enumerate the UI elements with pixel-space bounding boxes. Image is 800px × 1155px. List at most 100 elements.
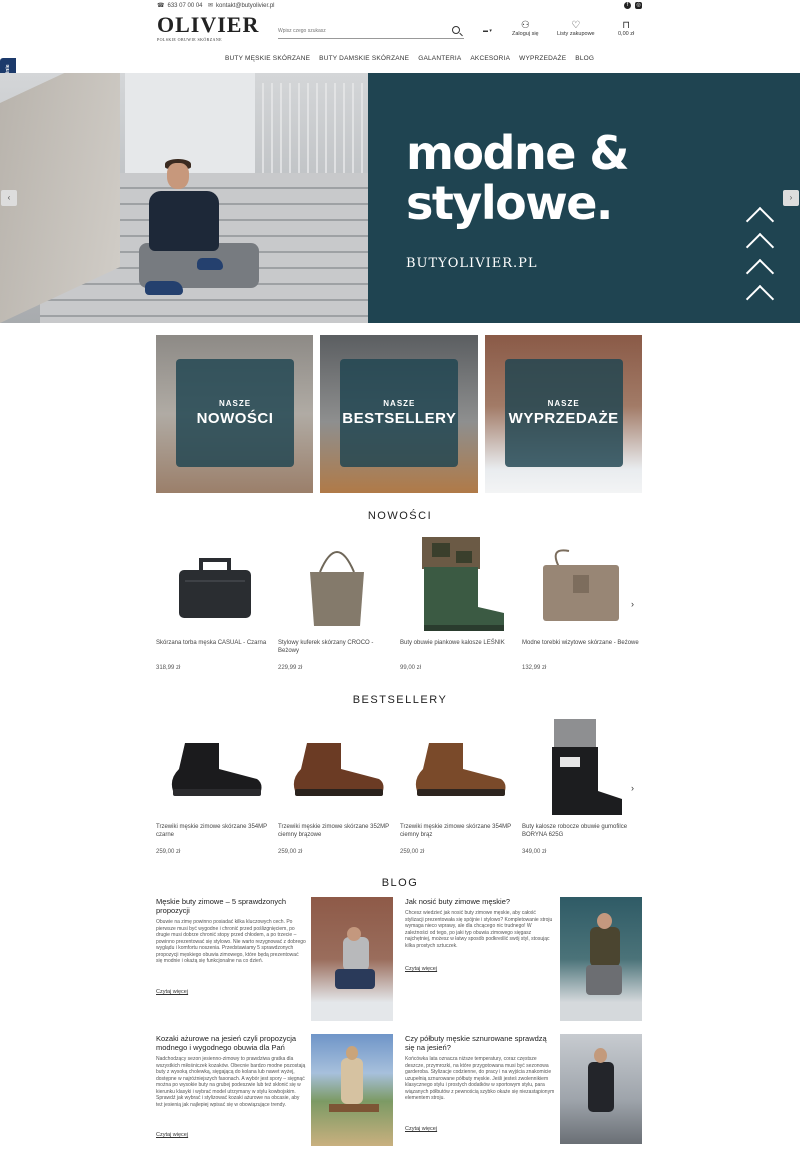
read-more-link[interactable]: Czytaj więcej bbox=[156, 1132, 188, 1138]
cart-link[interactable]: ⊓ 0,00 zł bbox=[618, 20, 635, 38]
tile-bestsellers[interactable]: NASZE BESTSELLERY bbox=[320, 335, 478, 493]
cart-icon: ⊓ bbox=[622, 20, 631, 31]
login-link[interactable]: ⚇ Zaloguj się bbox=[512, 20, 539, 38]
new-products-row: Skórzana torba męska CASUAL - Czarna 318… bbox=[156, 537, 646, 677]
nav-item-mens-leather-shoes[interactable]: BUTY MĘSKIE SKÓRZANE bbox=[225, 55, 310, 62]
product-price: 259,00 zł bbox=[278, 849, 303, 855]
hero-model bbox=[139, 133, 259, 313]
instagram-icon[interactable]: ◎ bbox=[635, 2, 642, 9]
phone-icon: ☎ bbox=[157, 3, 165, 9]
blog-post-excerpt: Końcówka lata oznacza niższe temperatury… bbox=[405, 1056, 555, 1101]
tile-new-label: NASZE NOWOŚCI bbox=[176, 359, 294, 467]
tile-bestsellers-small: NASZE bbox=[383, 399, 416, 408]
email-contact[interactable]: ✉ kontakt@butyolivier.pl bbox=[208, 2, 275, 10]
tile-bestsellers-big: BESTSELLERY bbox=[342, 410, 457, 427]
blog-post-image[interactable] bbox=[560, 897, 642, 1021]
carousel-next-icon[interactable]: › bbox=[631, 599, 634, 609]
product-name[interactable]: Skórzana torba męska CASUAL - Czarna bbox=[156, 639, 274, 647]
email-address: kontakt@butyolivier.pl bbox=[216, 2, 275, 9]
blog-post-excerpt: Obuwie na zimę powinno posiadać kilka kl… bbox=[156, 919, 306, 964]
main-nav: BUTY MĘSKIE SKÓRZANE BUTY DAMSKIE SKÓRZA… bbox=[225, 55, 594, 62]
tile-sale-small: NASZE bbox=[547, 399, 580, 408]
login-label: Zaloguj się bbox=[512, 31, 539, 37]
section-title-blog: BLOG bbox=[381, 877, 419, 889]
product-card[interactable]: Skórzana torba męska CASUAL - Czarna 318… bbox=[156, 537, 274, 677]
product-card[interactable]: Buty kalosze robocze obuwie gumofilce BO… bbox=[522, 718, 640, 861]
product-name[interactable]: Buty obuwie piankowe kalosze LEŚNIK bbox=[400, 639, 518, 647]
blog-post-title[interactable]: Kozaki ażurowe na jesień czyli propozycj… bbox=[156, 1034, 306, 1052]
product-image bbox=[400, 721, 518, 816]
product-card[interactable]: Buty obuwie piankowe kalosze LEŚNIK 99,0… bbox=[400, 537, 518, 677]
cart-total: 0,00 zł bbox=[618, 31, 635, 37]
mail-icon: ✉ bbox=[208, 3, 214, 9]
product-image bbox=[278, 537, 396, 632]
heart-icon: ♡ bbox=[571, 20, 581, 31]
blog-post-image[interactable] bbox=[311, 897, 393, 1021]
hero-headline: modne & stylowe. bbox=[406, 126, 630, 228]
hero-next-button[interactable]: › bbox=[783, 190, 799, 206]
blog-post-excerpt: Nadchodzący sezon jesienno-zimowy to pra… bbox=[156, 1056, 306, 1108]
site-logo[interactable]: OLIVIER POLSKIE OBUWIE SKÓRZANE bbox=[157, 14, 258, 46]
read-more-link[interactable]: Czytaj więcej bbox=[405, 966, 437, 972]
hero-headline-line-1: modne & bbox=[406, 126, 630, 180]
carousel-next-icon[interactable]: › bbox=[631, 783, 634, 793]
bestsellers-row: Trzewiki męskie zimowe skórzane 354MP cz… bbox=[156, 718, 646, 861]
product-image bbox=[522, 537, 640, 632]
nav-item-leather-goods[interactable]: GALANTERIA bbox=[418, 55, 461, 62]
product-name[interactable]: Stylowy kuferek skórzany CROCO - Beżowy bbox=[278, 639, 396, 655]
read-more-link[interactable]: Czytaj więcej bbox=[405, 1126, 437, 1132]
product-name[interactable]: Trzewiki męskie zimowe skórzane 352MP ci… bbox=[278, 823, 396, 839]
hero-prev-button[interactable]: ‹ bbox=[1, 190, 17, 206]
product-image bbox=[400, 537, 518, 632]
chevron-left-icon: ‹ bbox=[7, 193, 11, 202]
wishlist-label: Listy zakupowe bbox=[557, 31, 595, 37]
product-card[interactable]: Trzewiki męskie zimowe skórzane 354MP ci… bbox=[400, 721, 518, 861]
blog-post: Męskie buty zimowe – 5 sprawdzonych prop… bbox=[156, 897, 396, 1027]
hero-photo bbox=[0, 73, 368, 323]
hero-url: BUTYOLIVIER.PL bbox=[406, 256, 538, 271]
search-icon[interactable] bbox=[452, 26, 460, 34]
facebook-icon[interactable]: f bbox=[624, 2, 631, 9]
search-input[interactable] bbox=[278, 24, 443, 38]
product-price: 132,99 zł bbox=[522, 665, 547, 671]
product-card[interactable]: Stylowy kuferek skórzany CROCO - Beżowy … bbox=[278, 537, 396, 677]
product-price: 349,00 zł bbox=[522, 849, 547, 855]
product-name[interactable]: Trzewiki męskie zimowe skórzane 354MP cz… bbox=[156, 823, 274, 839]
category-tiles: NASZE NOWOŚCI NASZE BESTSELLERY NASZE WY… bbox=[156, 335, 642, 493]
nav-item-womens-leather-shoes[interactable]: BUTY DAMSKIE SKÓRZANE bbox=[319, 55, 409, 62]
product-image bbox=[156, 537, 274, 632]
user-icon: ⚇ bbox=[520, 20, 530, 31]
product-card[interactable]: Trzewiki męskie zimowe skórzane 352MP ci… bbox=[278, 721, 396, 861]
phone-contact[interactable]: ☎ 633 07 00 04 bbox=[157, 2, 203, 10]
product-card[interactable]: Modne torebki wizytowe skórzane - Beżowe… bbox=[522, 537, 640, 677]
product-image bbox=[156, 721, 274, 816]
product-name[interactable]: Modne torebki wizytowe skórzane - Beżowe bbox=[522, 639, 640, 647]
nav-item-accessories[interactable]: AKCESORIA bbox=[470, 55, 510, 62]
language-selector[interactable]: ▬ ▾ bbox=[483, 28, 492, 34]
hero-banner[interactable]: modne & stylowe. BUTYOLIVIER.PL bbox=[0, 73, 800, 323]
blog-post: Kozaki ażurowe na jesień czyli propozycj… bbox=[156, 1034, 396, 1155]
wishlist-link[interactable]: ♡ Listy zakupowe bbox=[557, 20, 595, 38]
product-price: 318,99 zł bbox=[156, 665, 181, 671]
product-card[interactable]: Trzewiki męskie zimowe skórzane 354MP cz… bbox=[156, 721, 274, 861]
tile-sale[interactable]: NASZE WYPRZEDAŻE bbox=[484, 335, 642, 493]
blog-post-title[interactable]: Jak nosić buty zimowe męskie? bbox=[405, 897, 555, 906]
tile-sale-label: NASZE WYPRZEDAŻE bbox=[504, 359, 623, 467]
blog-post-title[interactable]: Męskie buty zimowe – 5 sprawdzonych prop… bbox=[156, 897, 306, 915]
blog-post: Jak nosić buty zimowe męskie? Chcesz wie… bbox=[405, 897, 645, 1027]
tile-new[interactable]: NASZE NOWOŚCI bbox=[156, 335, 314, 493]
product-price: 99,00 zł bbox=[400, 665, 422, 671]
logo-tagline: POLSKIE OBUWIE SKÓRZANE bbox=[157, 37, 222, 42]
blog-post-image[interactable] bbox=[560, 1034, 642, 1144]
product-name[interactable]: Trzewiki męskie zimowe skórzane 354MP ci… bbox=[400, 823, 518, 839]
product-image bbox=[522, 718, 640, 816]
section-title-new: NOWOŚCI bbox=[367, 510, 433, 522]
product-name[interactable]: Buty kalosze robocze obuwie gumofilce BO… bbox=[522, 823, 640, 839]
blog-post-title[interactable]: Czy półbuty męskie sznurowane sprawdzą s… bbox=[405, 1034, 555, 1052]
nav-item-blog[interactable]: BLOG bbox=[575, 55, 594, 62]
blog-post: Czy półbuty męskie sznurowane sprawdzą s… bbox=[405, 1034, 645, 1155]
chevron-up-icon bbox=[745, 281, 775, 311]
nav-item-sale[interactable]: WYPRZEDAŻE bbox=[519, 55, 566, 62]
read-more-link[interactable]: Czytaj więcej bbox=[156, 989, 188, 995]
blog-post-image[interactable] bbox=[311, 1034, 393, 1146]
